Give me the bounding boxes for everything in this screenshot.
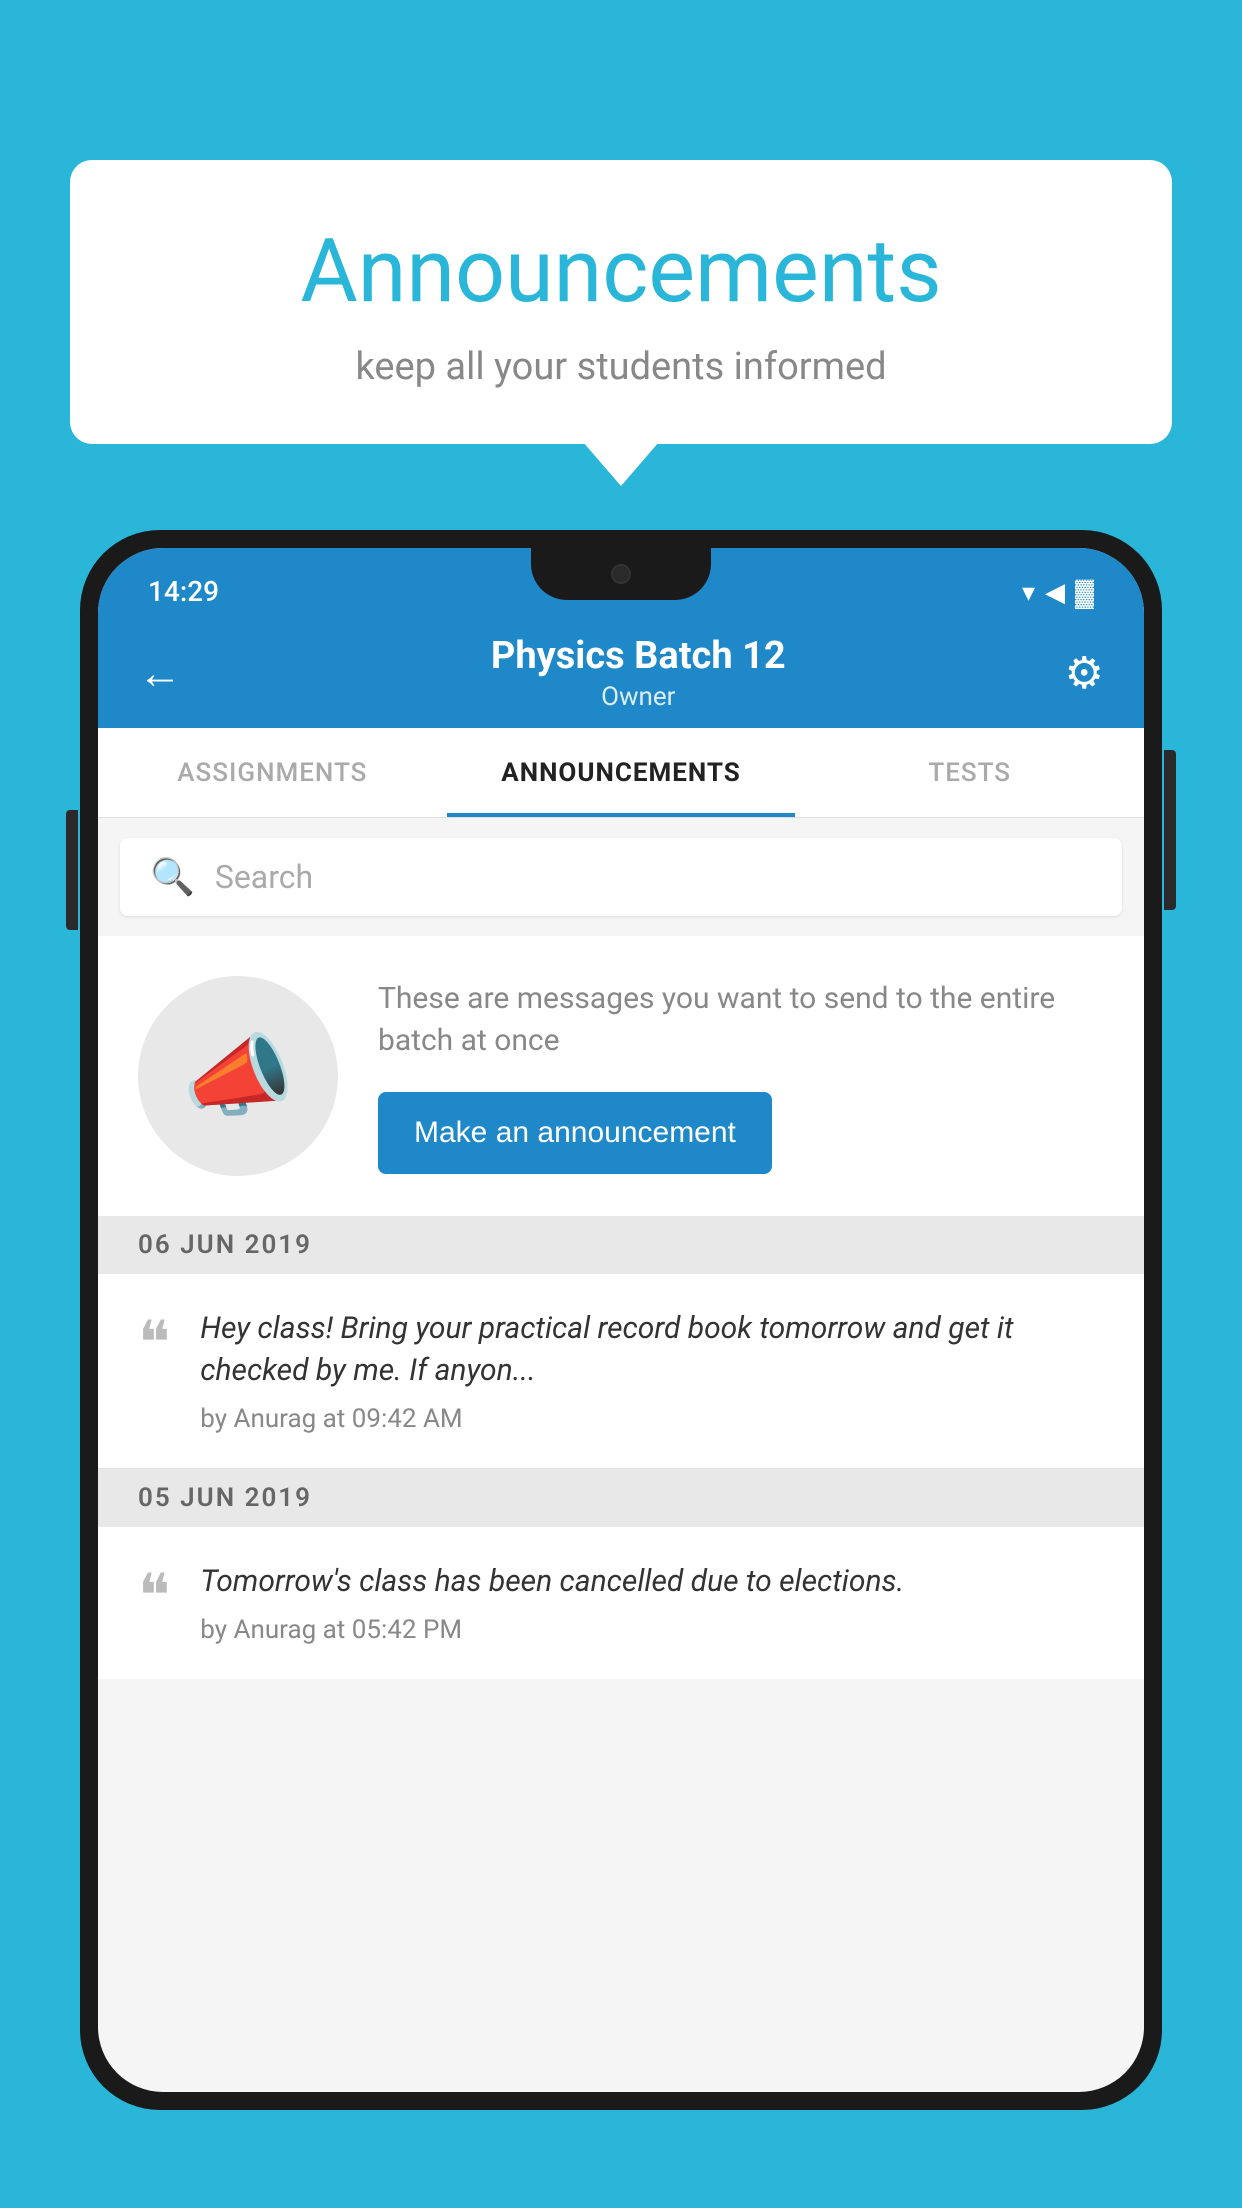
tab-tests[interactable]: TESTS [795,728,1144,817]
announcement-author-2: by Anurag at 05:42 PM [200,1615,1104,1645]
app-bar-title: Physics Batch 12 [212,634,1065,678]
announcement-text-1: Hey class! Bring your practical record b… [200,1308,1104,1392]
status-time: 14:29 [148,575,219,608]
announcement-item-2: ❝ Tomorrow's class has been cancelled du… [98,1527,1144,1679]
search-placeholder: Search [215,858,313,896]
quote-icon-2: ❝ [138,1566,170,1626]
empty-state: 📣 These are messages you want to send to… [98,936,1144,1216]
app-bar-subtitle: Owner [212,682,1065,712]
bubble-title: Announcements [150,220,1092,323]
phone-notch [531,548,711,600]
phone-mockup: 14:29 ▾ ◀ ▓ ← Physics Batch 12 Owner ⚙ [80,530,1162,2208]
tab-bar: ASSIGNMENTS ANNOUNCEMENTS TESTS [98,728,1144,818]
settings-icon[interactable]: ⚙ [1065,647,1104,699]
phone-screen: 14:29 ▾ ◀ ▓ ← Physics Batch 12 Owner ⚙ [98,548,1144,2092]
bubble-subtitle: keep all your students informed [150,345,1092,389]
search-bar[interactable]: 🔍 Search [120,838,1122,916]
phone-outer: 14:29 ▾ ◀ ▓ ← Physics Batch 12 Owner ⚙ [80,530,1162,2110]
volume-button [66,810,78,930]
announcement-content-2: Tomorrow's class has been cancelled due … [200,1561,1104,1645]
empty-state-description: These are messages you want to send to t… [378,978,1104,1062]
back-button[interactable]: ← [138,647,182,699]
date-separator-2: 05 JUN 2019 [98,1469,1144,1527]
status-icons: ▾ ◀ ▓ [1022,577,1094,608]
megaphone-icon: 📣 [182,1024,294,1129]
tab-assignments[interactable]: ASSIGNMENTS [98,728,447,817]
megaphone-circle: 📣 [138,976,338,1176]
app-bar: ← Physics Batch 12 Owner ⚙ [98,618,1144,728]
empty-state-right: These are messages you want to send to t… [378,978,1104,1174]
content-area: 🔍 Search 📣 These are messages you want t… [98,818,1144,1679]
app-bar-title-area: Physics Batch 12 Owner [212,634,1065,712]
wifi-icon: ▾ [1022,578,1035,608]
camera [611,564,631,584]
date-separator-1: 06 JUN 2019 [98,1216,1144,1274]
speech-bubble-container: Announcements keep all your students inf… [70,160,1172,444]
announcement-item-1: ❝ Hey class! Bring your practical record… [98,1274,1144,1468]
battery-icon: ▓ [1075,577,1094,608]
quote-icon-1: ❝ [138,1313,170,1373]
announcement-text-2: Tomorrow's class has been cancelled due … [200,1561,1104,1603]
make-announcement-button[interactable]: Make an announcement [378,1092,772,1174]
signal-icon: ◀ [1045,578,1065,608]
announcement-author-1: by Anurag at 09:42 AM [200,1404,1104,1434]
power-button [1164,750,1176,910]
tab-announcements[interactable]: ANNOUNCEMENTS [447,728,796,817]
speech-bubble: Announcements keep all your students inf… [70,160,1172,444]
search-icon: 🔍 [150,856,195,898]
announcement-content-1: Hey class! Bring your practical record b… [200,1308,1104,1434]
